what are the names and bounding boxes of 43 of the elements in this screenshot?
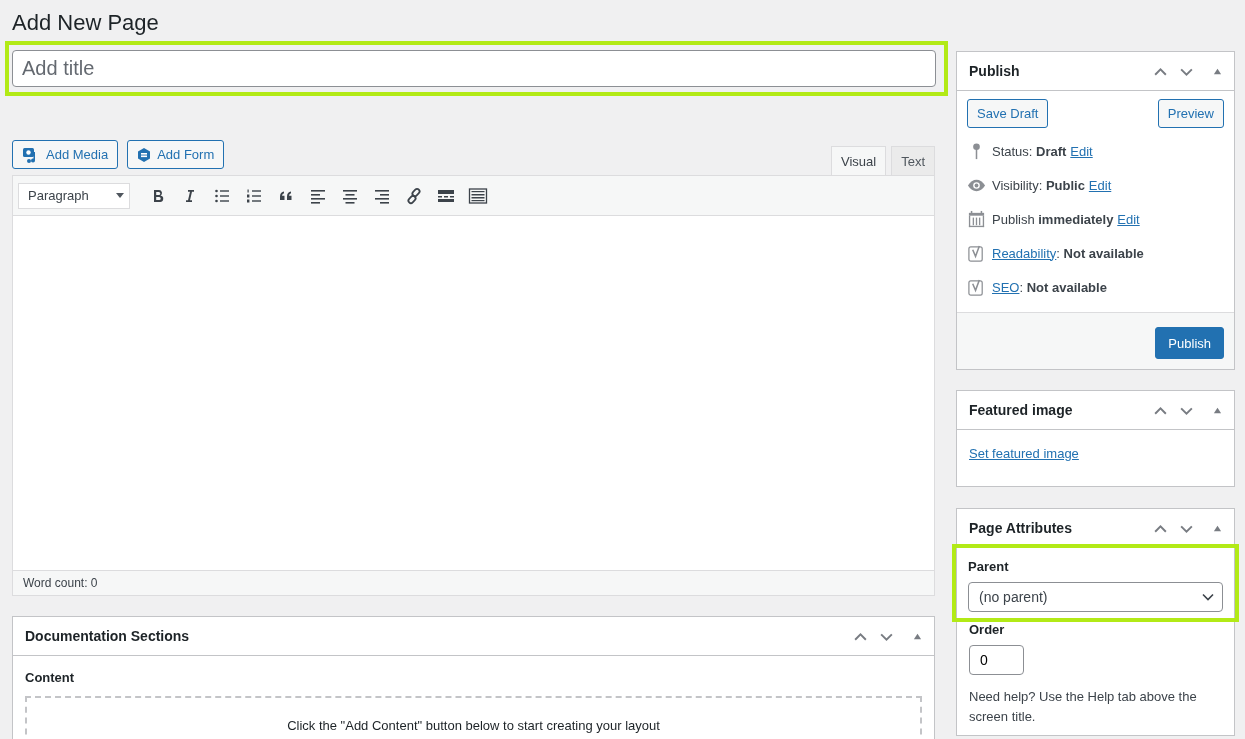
preview-button[interactable]: Preview	[1157, 99, 1224, 128]
title-field[interactable]: Add title	[12, 50, 936, 87]
add-media-button[interactable]: Add Media	[12, 140, 119, 169]
save-draft-button[interactable]: Save Draft	[967, 99, 1049, 128]
yoast-icon	[967, 243, 986, 263]
collapse-triangle-icon[interactable]	[1213, 405, 1222, 415]
publish-info-text: Status: Draft Edit	[992, 143, 1093, 159]
form-icon	[137, 147, 152, 162]
publish-info-text: Visibility: Public Edit	[992, 177, 1112, 193]
keyboard-icon[interactable]	[468, 185, 488, 206]
publish-info-text: SEO: Not available	[992, 279, 1107, 295]
layout-hint: Click the "Add Content" button below to start creating your layout	[287, 718, 660, 733]
parent-dropdown[interactable]: (no parent)	[968, 582, 1223, 612]
editor-tab[interactable]: Visual	[830, 146, 887, 175]
order-label: Order	[969, 622, 1006, 637]
edit-link[interactable]: Edit	[1117, 211, 1140, 227]
box-title: Documentation Sections	[25, 628, 190, 644]
set-featured-image-link[interactable]: Set featured image	[969, 446, 1079, 461]
page-heading: Add New Page	[12, 9, 160, 37]
add-form-button[interactable]: Add Form	[127, 140, 225, 169]
help-text: Need help? Use the Help tab above the screen title.	[969, 688, 1198, 726]
publish-info-text: Publish immediately Edit	[992, 211, 1140, 227]
format-dropdown[interactable]: Paragraph	[18, 182, 130, 209]
content-label: Content	[25, 670, 76, 685]
box-title: Page Attributes	[969, 520, 1072, 536]
link-icon[interactable]	[404, 185, 424, 206]
order-field[interactable]: 0	[969, 645, 1024, 675]
calendar-icon	[967, 209, 986, 229]
collapse-triangle-icon[interactable]	[913, 631, 922, 641]
chevron-down-icon	[1202, 593, 1214, 601]
collapse-triangle-icon[interactable]	[1213, 66, 1222, 76]
publish-button[interactable]: Publish	[1155, 327, 1224, 359]
word-count: Word count: 0	[23, 576, 98, 590]
box-title: Featured image	[969, 402, 1073, 418]
publish-info-text: Readability: Not available	[992, 245, 1144, 261]
box-title: Publish	[969, 63, 1020, 79]
yoast-icon	[967, 277, 986, 297]
edit-link[interactable]: Edit	[1088, 177, 1112, 193]
edit-link[interactable]: Edit	[1070, 143, 1093, 159]
parent-label: Parent	[968, 559, 1010, 574]
caret-icon	[116, 193, 124, 198]
collapse-triangle-icon[interactable]	[1213, 523, 1222, 533]
editor-tab[interactable]: Text	[891, 146, 935, 175]
